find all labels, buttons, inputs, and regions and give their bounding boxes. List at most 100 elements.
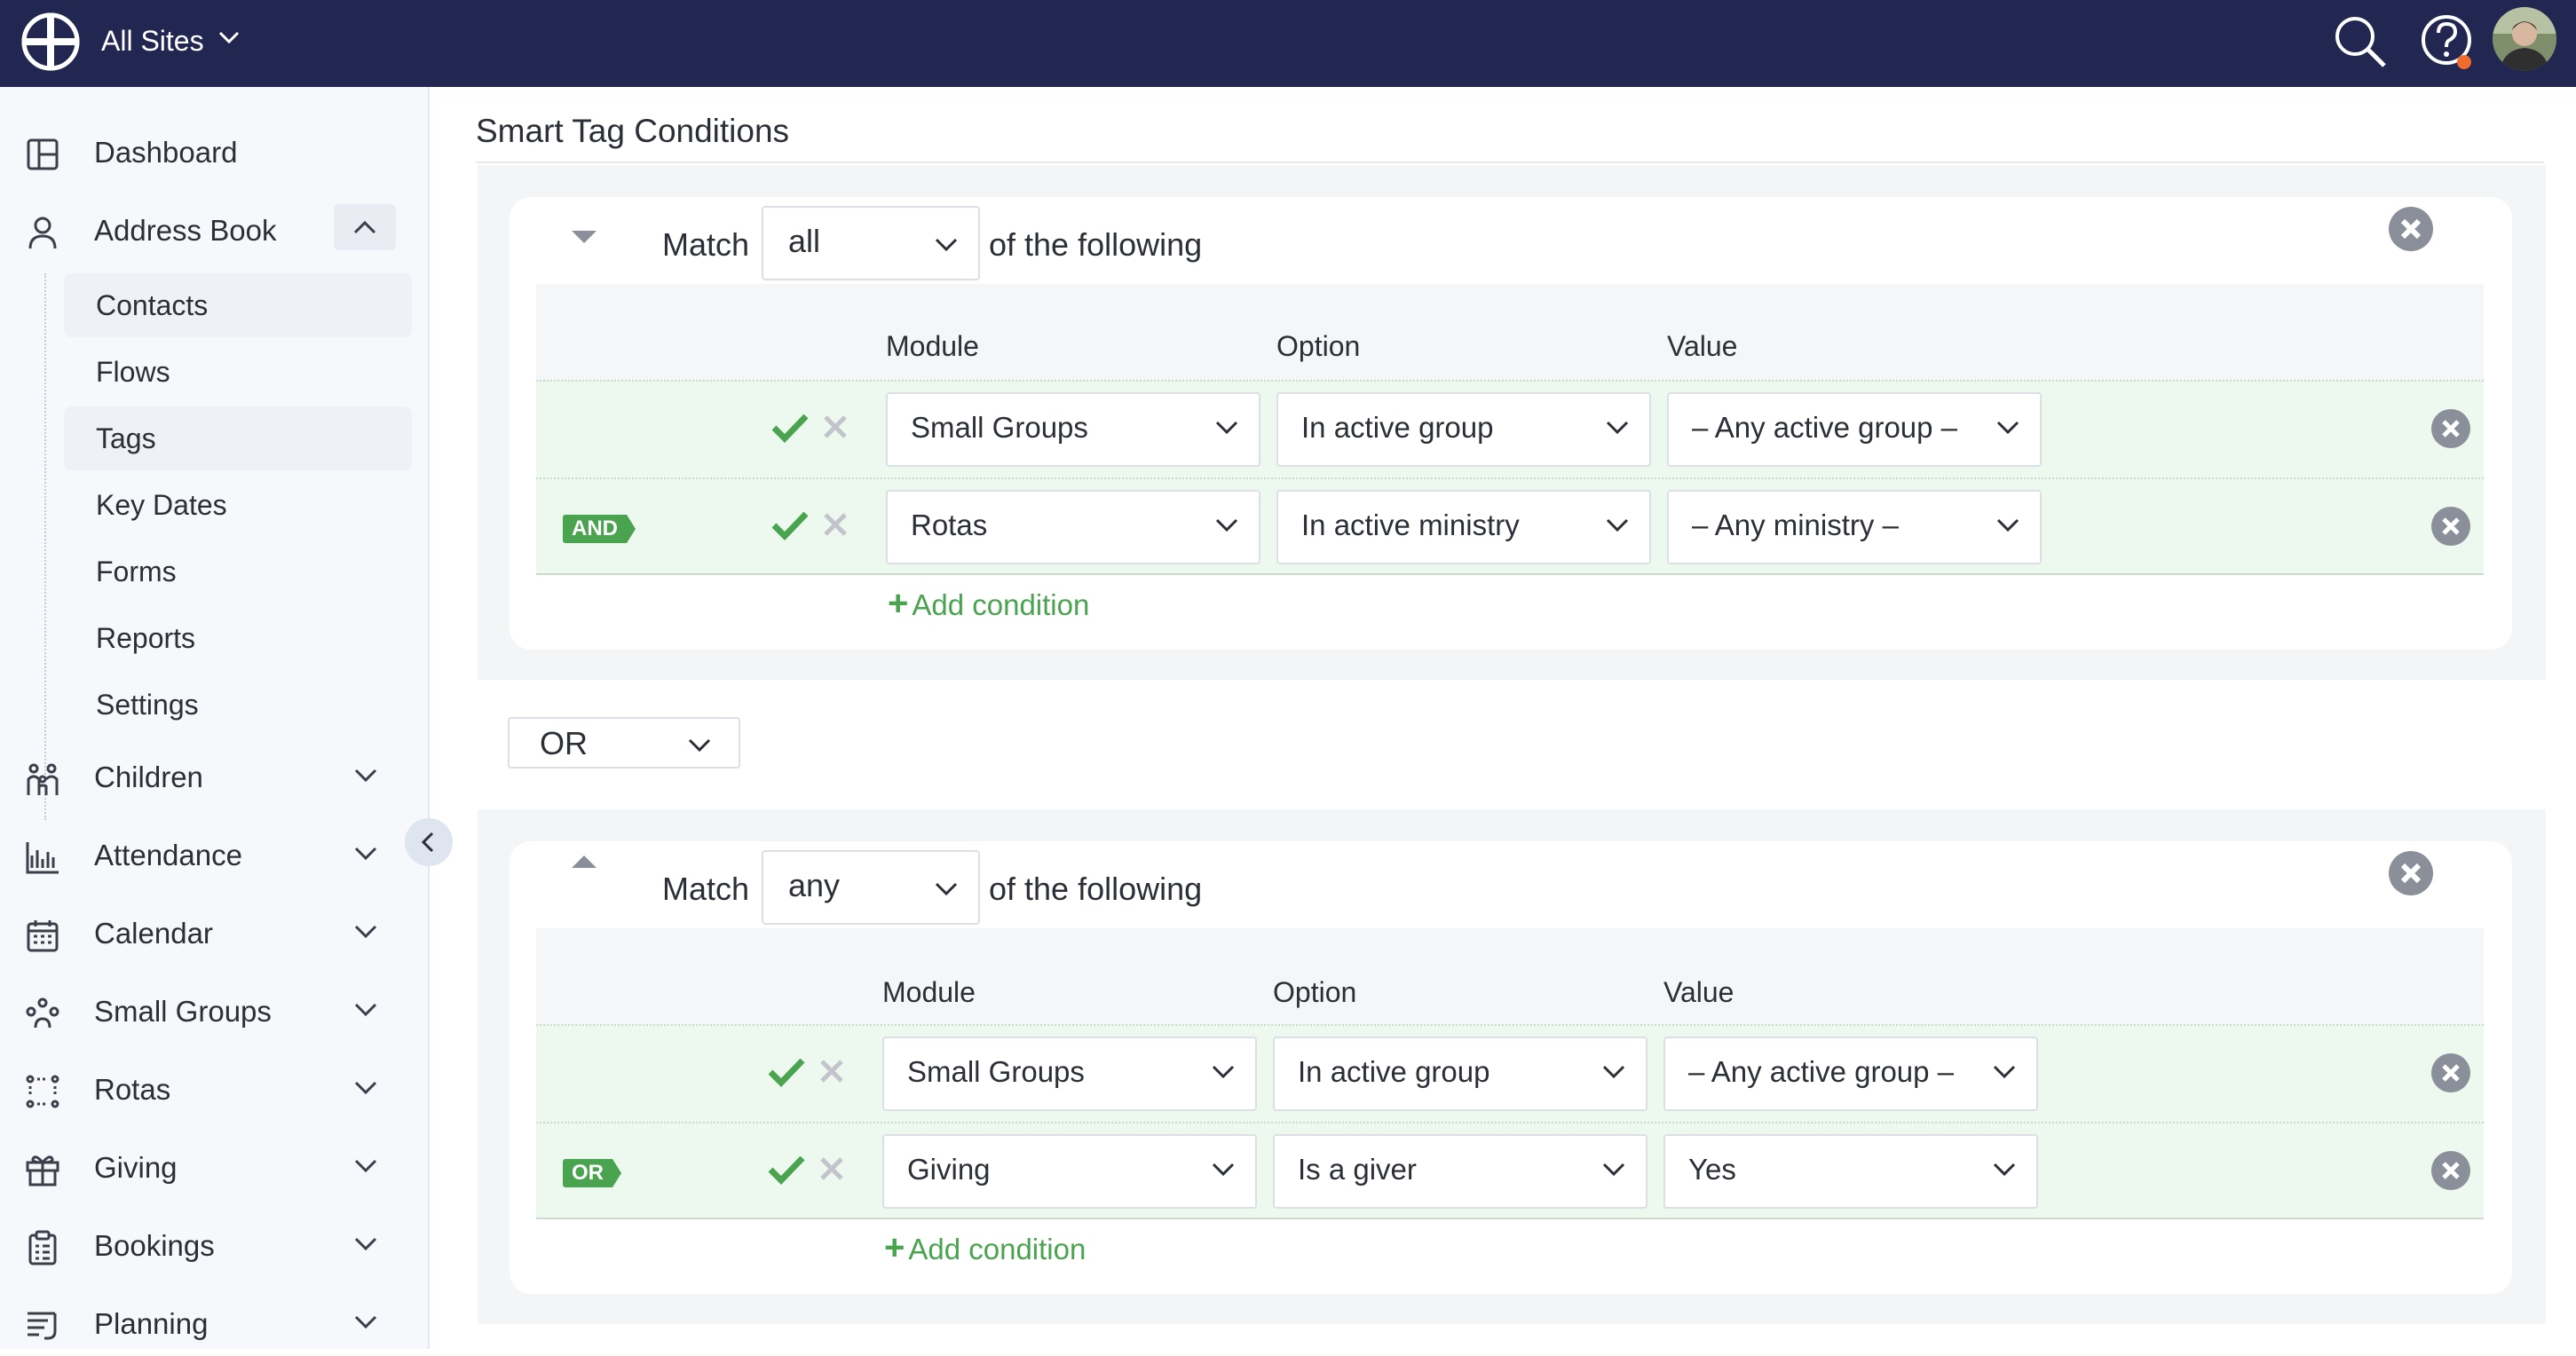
match-select[interactable]: all [762, 206, 980, 280]
calendar-icon [25, 918, 60, 953]
clipboard-icon [25, 1230, 60, 1265]
module-select[interactable]: Small Groups [882, 1037, 1257, 1111]
close-icon[interactable] [818, 1058, 845, 1084]
chevron-down-icon [353, 1235, 378, 1251]
check-icon[interactable] [770, 509, 810, 541]
sidebar-subitem-label: Forms [96, 556, 177, 587]
rotas-icon [25, 1074, 60, 1109]
value-select[interactable]: Yes [1663, 1134, 2038, 1209]
module-select-value: Small Groups [907, 1055, 1085, 1088]
value-select-value: – Any ministry – [1692, 508, 1899, 541]
collapse-section-button[interactable] [334, 204, 396, 250]
page-title: Smart Tag Conditions [476, 113, 790, 149]
add-condition-button[interactable]: + Add condition [884, 1230, 1086, 1267]
close-icon[interactable] [818, 1155, 845, 1182]
module-select-value: Small Groups [911, 411, 1088, 444]
remove-group-icon[interactable] [2388, 206, 2434, 252]
top-bar: All Sites [0, 0, 2576, 87]
match-select[interactable]: any [762, 850, 980, 925]
condition-row: Small Groups In active group – Any activ… [536, 1024, 2484, 1122]
sidebar-item-small-groups[interactable]: Small Groups [0, 980, 430, 1044]
sidebar-item-dashboard[interactable]: Dashboard [0, 121, 430, 185]
planning-icon [25, 1308, 60, 1344]
site-switcher-label[interactable]: All Sites [101, 23, 204, 59]
chevron-down-icon [1995, 516, 2020, 532]
sidebar-subitem-settings[interactable]: Settings [64, 673, 412, 737]
chevron-down-icon [934, 880, 959, 896]
sidebar-item-children[interactable]: Children [0, 745, 430, 809]
conditions-header: Module Option Value [536, 928, 2484, 1024]
chevron-down-icon [1605, 516, 1630, 532]
module-select-value: Rotas [911, 508, 988, 541]
avatar[interactable] [2493, 7, 2556, 71]
sidebar-subitem-key-dates[interactable]: Key Dates [64, 473, 412, 537]
option-select[interactable]: In active group [1273, 1037, 1648, 1111]
group-connector-select[interactable]: OR [508, 717, 740, 769]
header-module: Module [886, 330, 979, 362]
module-select[interactable]: Small Groups [886, 392, 1260, 467]
option-select[interactable]: Is a giver [1273, 1134, 1648, 1209]
check-icon[interactable] [767, 1056, 806, 1088]
chevron-down-icon [353, 1079, 378, 1095]
connector-value: OR [540, 725, 588, 761]
groups-icon [25, 996, 60, 1031]
sidebar-item-attendance[interactable]: Attendance [0, 824, 430, 887]
value-select-value: – Any active group – [1692, 411, 1958, 444]
remove-condition-icon[interactable] [2430, 408, 2471, 449]
sidebar-item-planning[interactable]: Planning [0, 1292, 430, 1356]
chart-icon [25, 840, 60, 875]
chevron-down-icon [353, 845, 378, 861]
option-select[interactable]: In active group [1276, 392, 1651, 467]
value-select[interactable]: – Any active group – [1663, 1037, 2038, 1111]
header-module: Module [882, 976, 976, 1008]
sidebar-subitem-forms[interactable]: Forms [64, 540, 412, 603]
chevron-down-icon [353, 767, 378, 783]
value-select[interactable]: – Any active group – [1667, 392, 2042, 467]
chevron-down-icon[interactable] [218, 30, 240, 44]
chevron-down-icon [353, 1001, 378, 1017]
option-select[interactable]: In active ministry [1276, 490, 1651, 564]
search-icon[interactable] [2333, 14, 2388, 69]
chevron-down-icon [353, 1157, 378, 1173]
module-select[interactable]: Rotas [886, 490, 1260, 564]
check-icon[interactable] [767, 1154, 806, 1186]
chevron-down-icon [1601, 1063, 1626, 1079]
header-value: Value [1663, 976, 1734, 1008]
sidebar-subitem-contacts[interactable]: Contacts [64, 273, 412, 337]
add-condition-button[interactable]: + Add condition [888, 586, 1089, 623]
sidebar-item-calendar[interactable]: Calendar [0, 902, 430, 966]
value-select[interactable]: – Any ministry – [1667, 490, 2042, 564]
person-icon [25, 215, 60, 250]
chevron-down-icon [1992, 1063, 2017, 1079]
match-suffix: of the following [989, 226, 1203, 263]
caret-down-icon[interactable] [568, 227, 600, 247]
remove-condition-icon[interactable] [2430, 506, 2471, 547]
remove-condition-icon[interactable] [2430, 1052, 2471, 1093]
help-icon[interactable] [2420, 12, 2475, 71]
logo-icon[interactable] [21, 12, 80, 71]
close-icon[interactable] [822, 414, 849, 440]
remove-group-icon[interactable] [2388, 850, 2434, 896]
module-select[interactable]: Giving [882, 1134, 1257, 1209]
sidebar-subitem-flows[interactable]: Flows [64, 340, 412, 404]
match-select-value: all [788, 223, 821, 259]
children-icon [25, 761, 60, 797]
sidebar-item-giving[interactable]: Giving [0, 1136, 430, 1200]
sidebar-item-rotas[interactable]: Rotas [0, 1058, 430, 1122]
match-label: Match [662, 226, 750, 263]
check-icon[interactable] [770, 412, 810, 444]
plus-icon: + [888, 584, 909, 623]
remove-condition-icon[interactable] [2430, 1150, 2471, 1191]
divider [536, 1218, 2484, 1219]
sidebar-item-label: Dashboard [94, 136, 238, 169]
or-badge: OR [563, 1159, 621, 1187]
chevron-down-icon [1995, 419, 2020, 435]
close-icon[interactable] [822, 511, 849, 538]
divider [476, 162, 2544, 163]
sidebar-subitem-tags[interactable]: Tags [64, 406, 412, 470]
add-condition-label: Add condition [908, 1233, 1087, 1265]
sidebar-item-bookings[interactable]: Bookings [0, 1214, 430, 1278]
caret-up-icon[interactable] [568, 852, 600, 871]
conditions-header: Module Option Value [536, 284, 2484, 380]
sidebar-subitem-reports[interactable]: Reports [64, 606, 412, 670]
